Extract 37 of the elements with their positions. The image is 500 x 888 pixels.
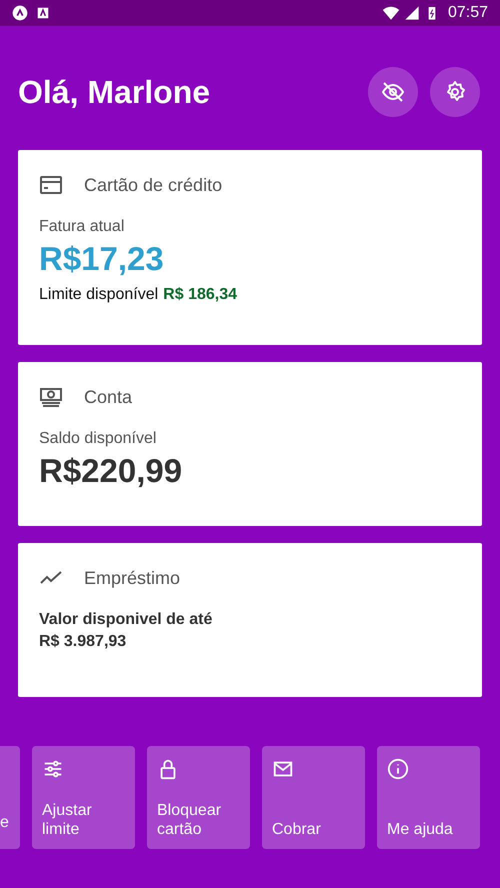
signal-icon bbox=[404, 5, 420, 21]
app-icon bbox=[36, 6, 50, 20]
credit-card-icon bbox=[39, 173, 63, 197]
tile-label: Bloquear cartão bbox=[157, 801, 222, 839]
loan-amount: R$ 3.987,93 bbox=[39, 633, 128, 651]
action-tile[interactable]: Cobrar bbox=[262, 746, 365, 849]
card-title: Cartão de crédito bbox=[84, 174, 222, 196]
account-card[interactable]: Conta Saldo disponível R$220,99 bbox=[18, 362, 482, 526]
hide-values-button[interactable] bbox=[368, 67, 418, 117]
banknote-icon bbox=[39, 385, 63, 409]
tile-label: Me ajuda bbox=[387, 820, 453, 839]
action-tile[interactable]: Me ajuda bbox=[377, 746, 480, 849]
tile-label: e bbox=[0, 813, 9, 832]
action-tile[interactable]: Ajustar limite bbox=[32, 746, 135, 849]
clock-time: 07:57 bbox=[448, 4, 488, 22]
card-label: Valor disponivel de até bbox=[39, 611, 214, 629]
sliders-icon bbox=[42, 758, 64, 780]
card-title: Conta bbox=[84, 386, 132, 408]
info-icon bbox=[387, 758, 409, 780]
limit-value: R$ 186,34 bbox=[163, 286, 238, 304]
tile-label: Ajustar limite bbox=[42, 801, 93, 839]
balance-amount: R$220,99 bbox=[39, 452, 182, 490]
card-label: Saldo disponível bbox=[39, 430, 158, 448]
settings-button[interactable] bbox=[430, 67, 480, 117]
eye-off-icon bbox=[381, 80, 405, 104]
app-icon bbox=[12, 5, 28, 21]
card-label: Fatura atual bbox=[39, 218, 126, 236]
limit-label: Limite disponível bbox=[39, 286, 158, 304]
account-card[interactable]: Cartão de crédito Fatura atual R$17,23 Limite disponível R$ 186,34 bbox=[18, 150, 482, 345]
greeting-title: Olá, Marlone bbox=[18, 74, 210, 110]
action-tile[interactable]: Bloquear cartão bbox=[147, 746, 250, 849]
tile-label: Cobrar bbox=[272, 820, 321, 839]
wifi-icon bbox=[382, 4, 400, 22]
card-title: Empréstimo bbox=[84, 568, 180, 588]
invoice-amount: R$17,23 bbox=[39, 240, 164, 278]
action-tile[interactable]: e bbox=[0, 746, 20, 849]
account-card[interactable]: Empréstimo Valor disponivel de até R$ 3.987,93 bbox=[18, 543, 482, 697]
